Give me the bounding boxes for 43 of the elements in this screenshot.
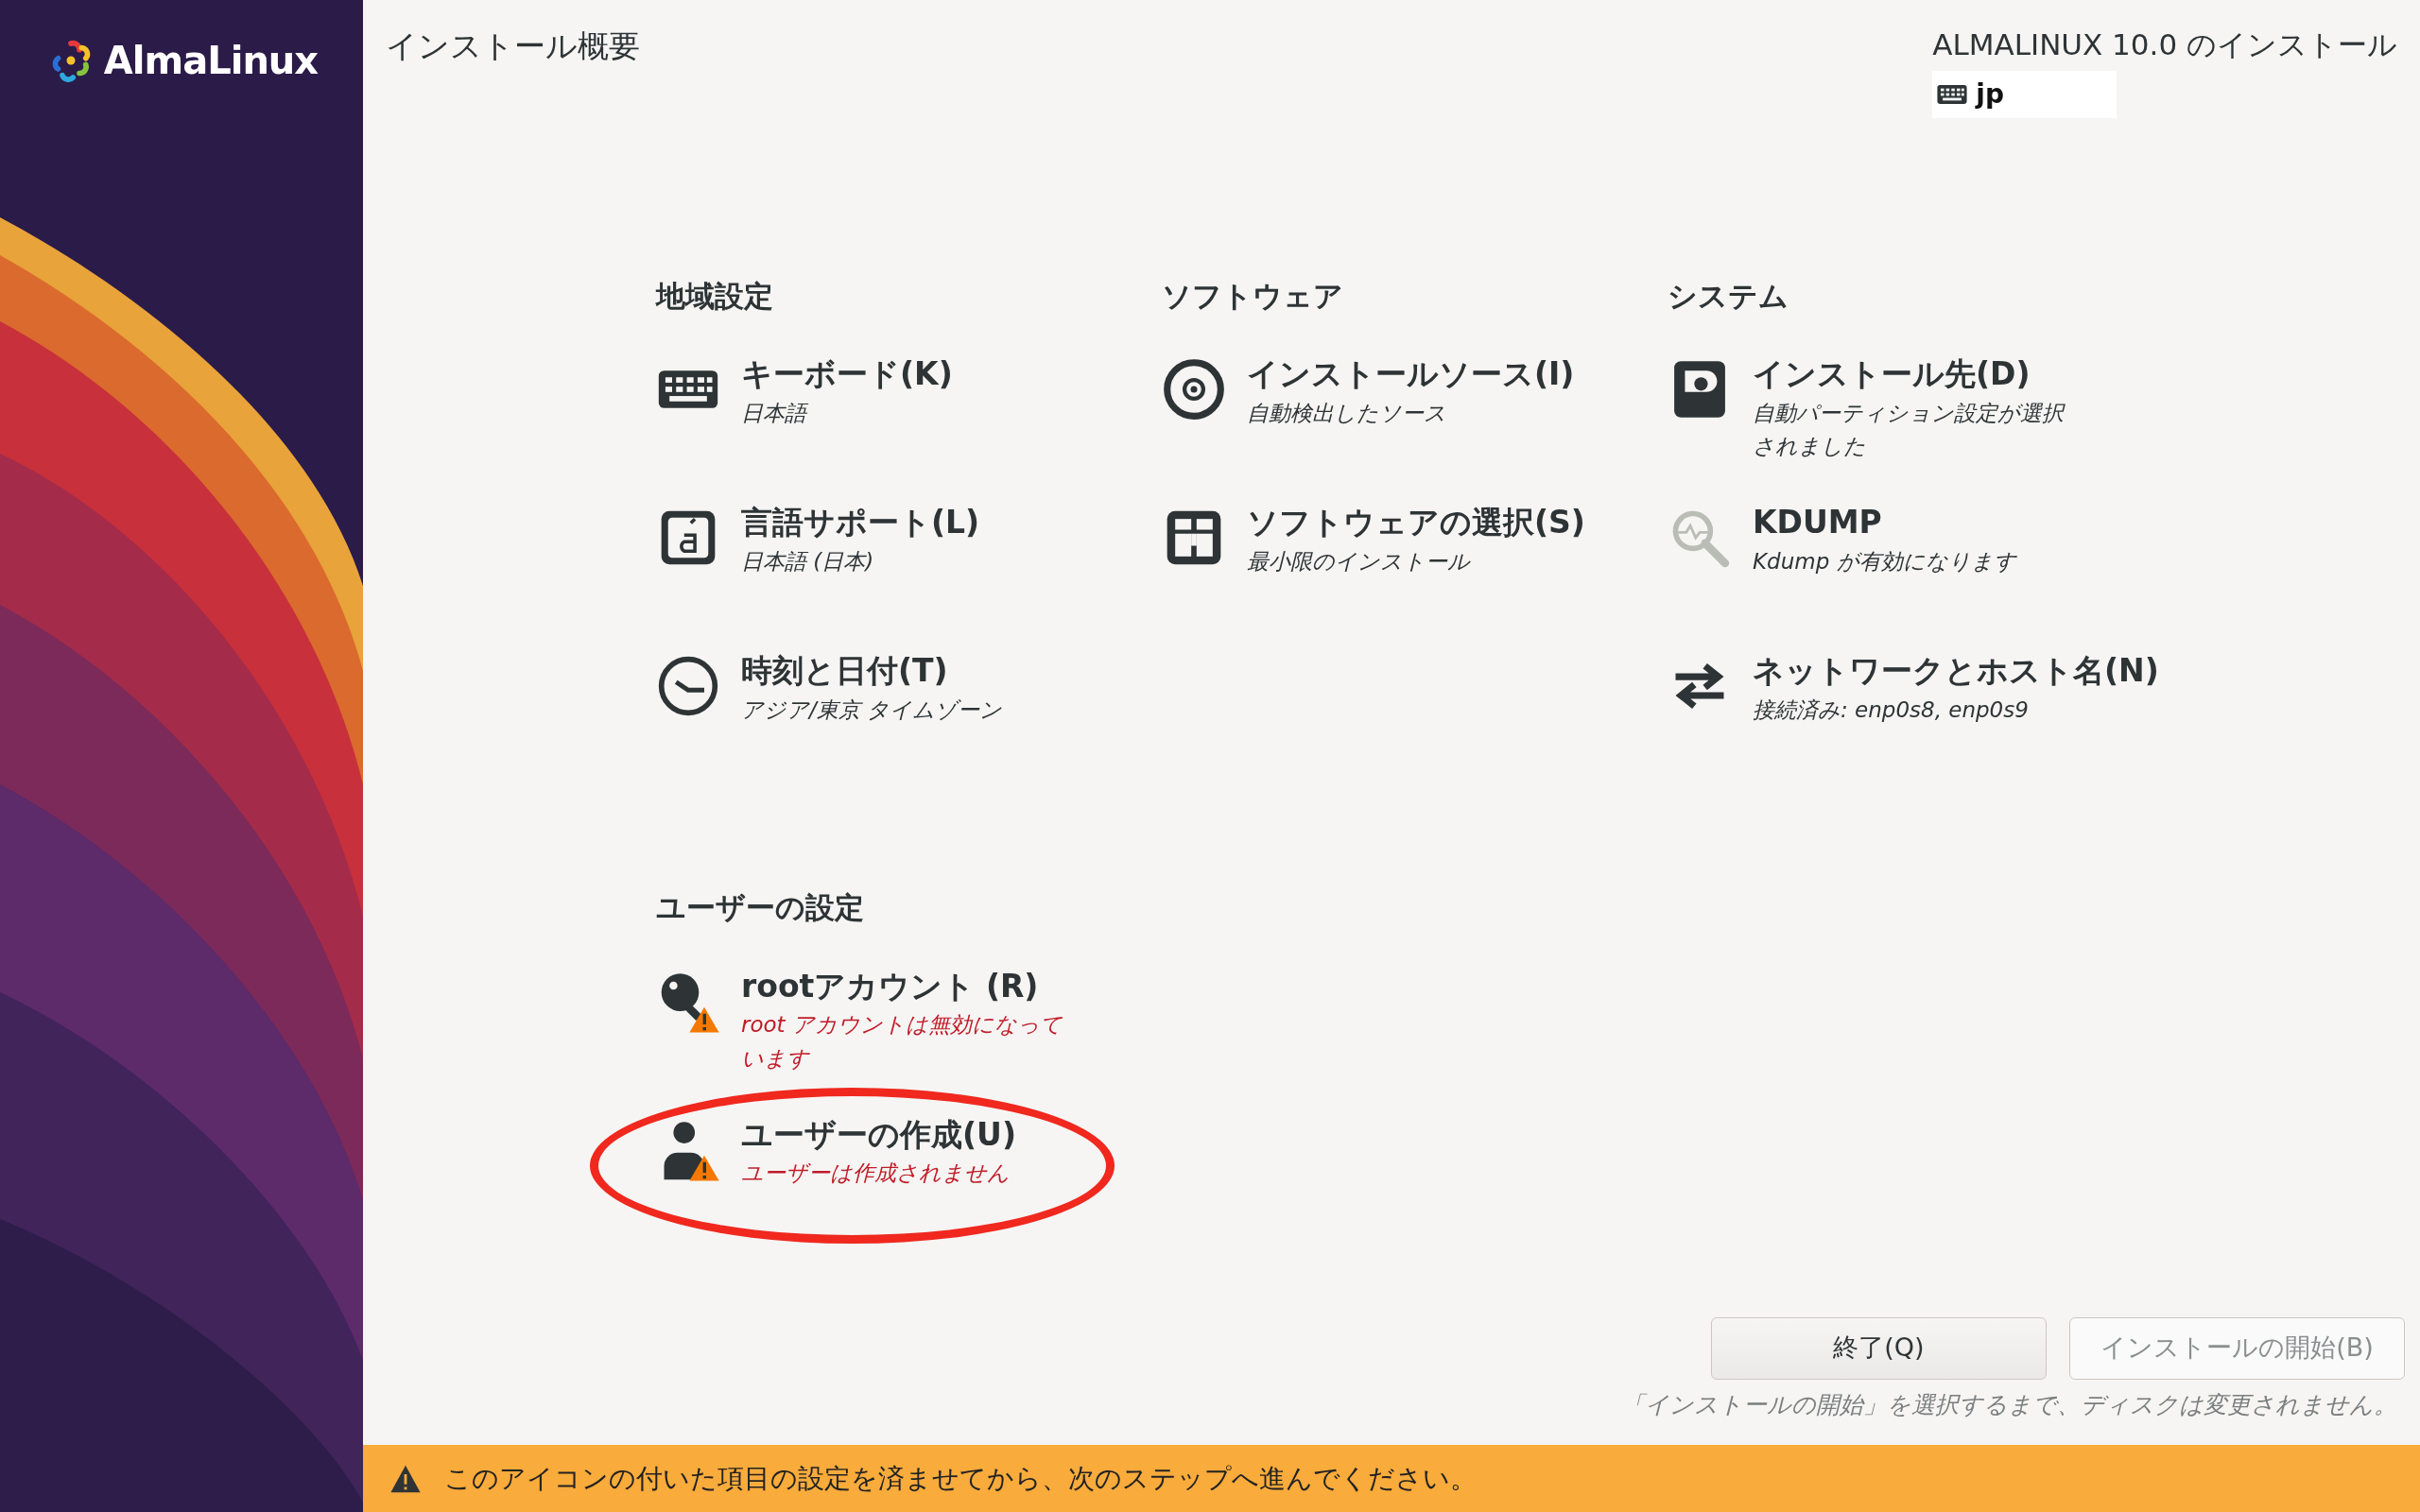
section-heading: システム [1668, 277, 1789, 315]
disk-unchanged-note: 「インストールの開始」を選択するまで、ディスクは変更されません。 [1620, 1389, 2398, 1420]
settings-spoke[interactable]: 言語サポート(L) 日本語 (日本) [656, 504, 1162, 579]
settings-spoke[interactable]: ネットワークとホスト名(N) 接続済み: enp0s8, enp0s9 [1668, 652, 2173, 728]
spoke-status: ユーザーは作成されません [741, 1160, 1011, 1188]
spoke-status: 自動パーティション設定が選択されました [1753, 399, 2066, 461]
settings-spoke[interactable]: インストール先(D) 自動パーティション設定が選択されました [1668, 355, 2173, 464]
spoke-status: Kdump が有効になります [1753, 547, 2016, 576]
spoke-status: 最小限のインストール [1247, 547, 1472, 576]
spoke-status: 日本語 [741, 396, 953, 431]
spoke-title: KDUMP [1753, 504, 1883, 541]
spoke-title: インストール先(D) [1753, 355, 2031, 393]
quit-button[interactable]: 終了(Q) [1711, 1316, 2047, 1380]
spoke-title: 言語サポート(L) [741, 504, 980, 541]
settings-spoke[interactable]: 時刻と日付(T) アジア/東京 タイムゾーン [656, 652, 1162, 728]
spoke-title: キーボード(K) [741, 355, 953, 393]
section-heading: ソフトウェア [1162, 277, 1344, 315]
spoke-title: インストールソース(I) [1247, 355, 1575, 393]
page-title: インストール概要 [385, 26, 640, 66]
settings-spoke[interactable]: ユーザーの作成(U) ユーザーは作成されません [656, 1115, 1162, 1191]
spoke-status: 日本語 (日本) [741, 547, 875, 576]
spoke-title: ソフトウェアの選択(S) [1247, 504, 1585, 541]
spoke-title: rootアカウント (R) [741, 967, 1040, 1005]
spoke-title: ユーザーの作成(U) [741, 1115, 1016, 1154]
settings-spoke[interactable]: ソフトウェアの選択(S) 最小限のインストール [1162, 504, 1668, 579]
product-title: ALMALINUX 10.0 のインストール [1932, 26, 2397, 63]
settings-spoke[interactable]: rootアカウント (R) root アカウントは無効になっています [656, 967, 1162, 1076]
spoke-title: 時刻と日付(T) [741, 652, 949, 690]
keyboard-layout-indicator[interactable]: jp [1932, 70, 2118, 118]
spoke-status: 自動検出したソース [1247, 399, 1447, 427]
section-heading: ユーザーの設定 [656, 889, 865, 926]
spoke-status: 接続済み: enp0s8, enp0s9 [1753, 696, 2030, 724]
logo-text: AlmaLinux [103, 38, 319, 84]
settings-spoke[interactable]: キーボード(K) 日本語 [656, 355, 1162, 431]
spoke-status: root アカウントは無効になっています [741, 1011, 1063, 1073]
section-heading: 地域設定 [656, 277, 774, 315]
spoke-status: アジア/東京 タイムゾーン [741, 696, 1003, 724]
clock-icon [656, 654, 720, 718]
spoke-title: ネットワークとホスト名(N) [1753, 652, 2159, 690]
warning-message: このアイコンの付いた項目の設定を済ませてから、次のステップへ進んでください。 [444, 1461, 1477, 1496]
settings-spoke[interactable]: KDUMP Kdump が有効になります [1668, 504, 2173, 579]
settings-spoke[interactable]: インストールソース(I) 自動検出したソース [1162, 355, 1668, 431]
disc-icon [1162, 357, 1226, 421]
